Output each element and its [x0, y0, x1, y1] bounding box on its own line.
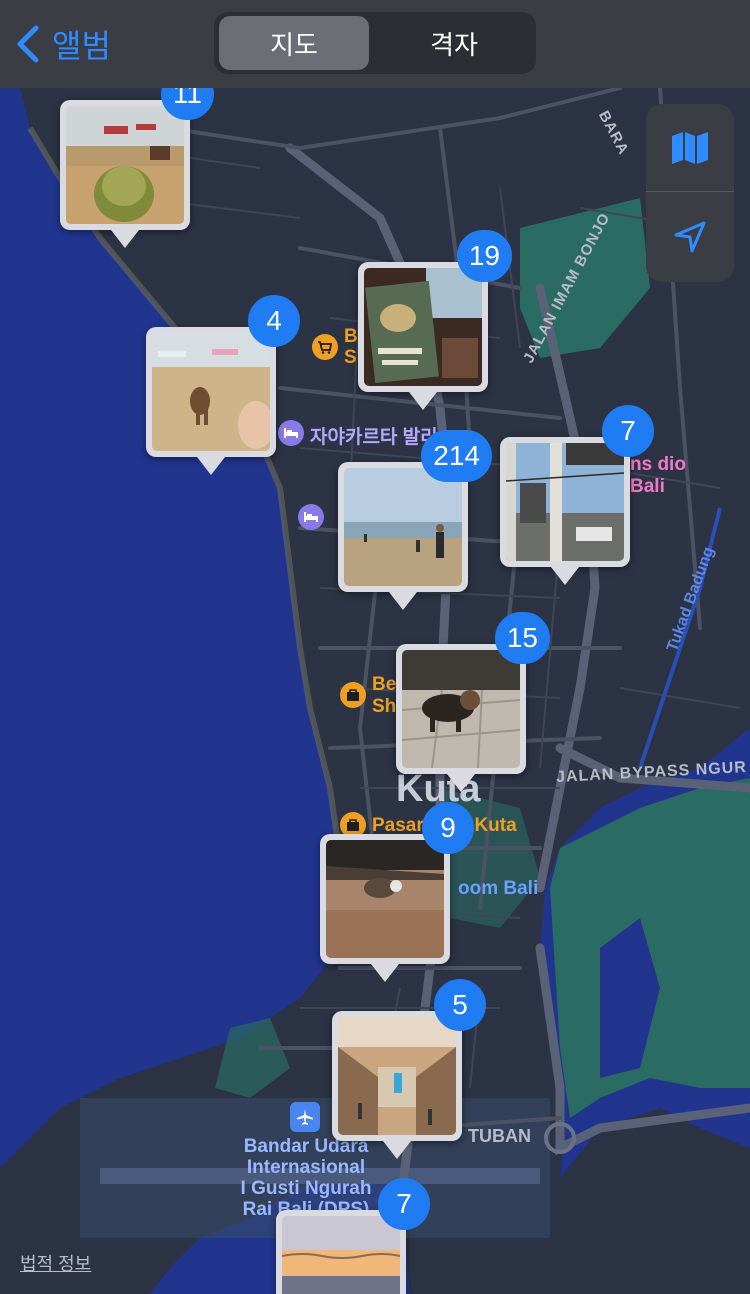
- photo-thumbnail: [338, 1017, 456, 1135]
- poi-label-room: oom Bali: [458, 878, 539, 899]
- legal-info-link[interactable]: 법적 정보: [20, 1250, 91, 1276]
- photo-thumbnail: [282, 1216, 400, 1294]
- pin-tail: [447, 774, 475, 792]
- photo-count-badge: 15: [494, 612, 550, 664]
- poi-label-store-2: Be Sh: [372, 674, 397, 717]
- pin-tail: [383, 1141, 411, 1159]
- hotel-bed-icon[interactable]: [298, 504, 324, 530]
- pin-tail: [389, 592, 417, 610]
- chevron-left-icon: [17, 25, 39, 63]
- hotel-bed-icon[interactable]: [278, 420, 304, 446]
- photo-thumbnail: [66, 106, 184, 224]
- pin-tail: [111, 230, 139, 248]
- photo-thumbnail: [364, 268, 482, 386]
- pin-tail: [409, 392, 437, 410]
- photo-count-badge: 5: [434, 979, 486, 1031]
- photo-count-badge: 7: [378, 1178, 430, 1230]
- location-arrow-icon: [674, 221, 706, 253]
- nav-bar: 앨범 지도 격자: [0, 0, 750, 88]
- photo-thumbnail: [344, 468, 462, 586]
- pin-tail: [371, 964, 399, 982]
- current-location-button[interactable]: [646, 193, 734, 281]
- photo-count-badge: 7: [602, 405, 654, 457]
- photo-pin[interactable]: 214: [338, 430, 492, 610]
- road-label-tuban: TUBAN: [468, 1126, 531, 1146]
- map-icon: [672, 131, 708, 164]
- poi-label-hotel: 자야카르타 발리: [310, 427, 438, 448]
- photo-thumbnail: [326, 840, 444, 958]
- photo-count-badge: 9: [422, 802, 474, 854]
- photo-thumbnail: [402, 650, 520, 768]
- photo-pin[interactable]: 11: [60, 68, 214, 248]
- photo-count-badge: 4: [248, 295, 300, 347]
- airport-label-line-3: I Gusti Ngurah: [240, 1178, 372, 1199]
- airport-label: Bandar Udara Internasional I Gusti Ngura…: [236, 1136, 376, 1220]
- pin-tail: [551, 567, 579, 585]
- photo-pin[interactable]: 15: [396, 612, 550, 792]
- shopping-bag-icon[interactable]: [340, 682, 366, 708]
- map-mode-button[interactable]: [646, 104, 734, 192]
- photo-count-badge: 19: [456, 230, 512, 282]
- photo-pin[interactable]: 9: [320, 802, 474, 982]
- photo-pin[interactable]: 19: [358, 230, 512, 410]
- segment-grid[interactable]: 격자: [379, 16, 529, 70]
- photo-pin[interactable]: 5: [332, 979, 486, 1159]
- shopping-cart-icon[interactable]: [312, 334, 338, 360]
- poi-label-studio: ns dio Bali: [630, 454, 686, 497]
- photo-pin[interactable]: 7: [276, 1178, 430, 1294]
- photo-count-badge: 214: [421, 430, 492, 482]
- map-controls: [646, 104, 734, 282]
- photo-pin[interactable]: 4: [146, 295, 300, 475]
- airplane-icon[interactable]: [290, 1102, 320, 1132]
- photo-thumbnail: [506, 443, 624, 561]
- airport-label-line-2: Internasional: [246, 1157, 366, 1178]
- photo-pin[interactable]: 7: [500, 405, 654, 585]
- view-segmented-control: 지도 격자: [214, 12, 536, 74]
- segment-map[interactable]: 지도: [219, 16, 369, 70]
- back-label: 앨범: [52, 28, 111, 64]
- back-button[interactable]: 앨범: [14, 20, 111, 68]
- photo-thumbnail: [152, 333, 270, 451]
- pin-tail: [197, 457, 225, 475]
